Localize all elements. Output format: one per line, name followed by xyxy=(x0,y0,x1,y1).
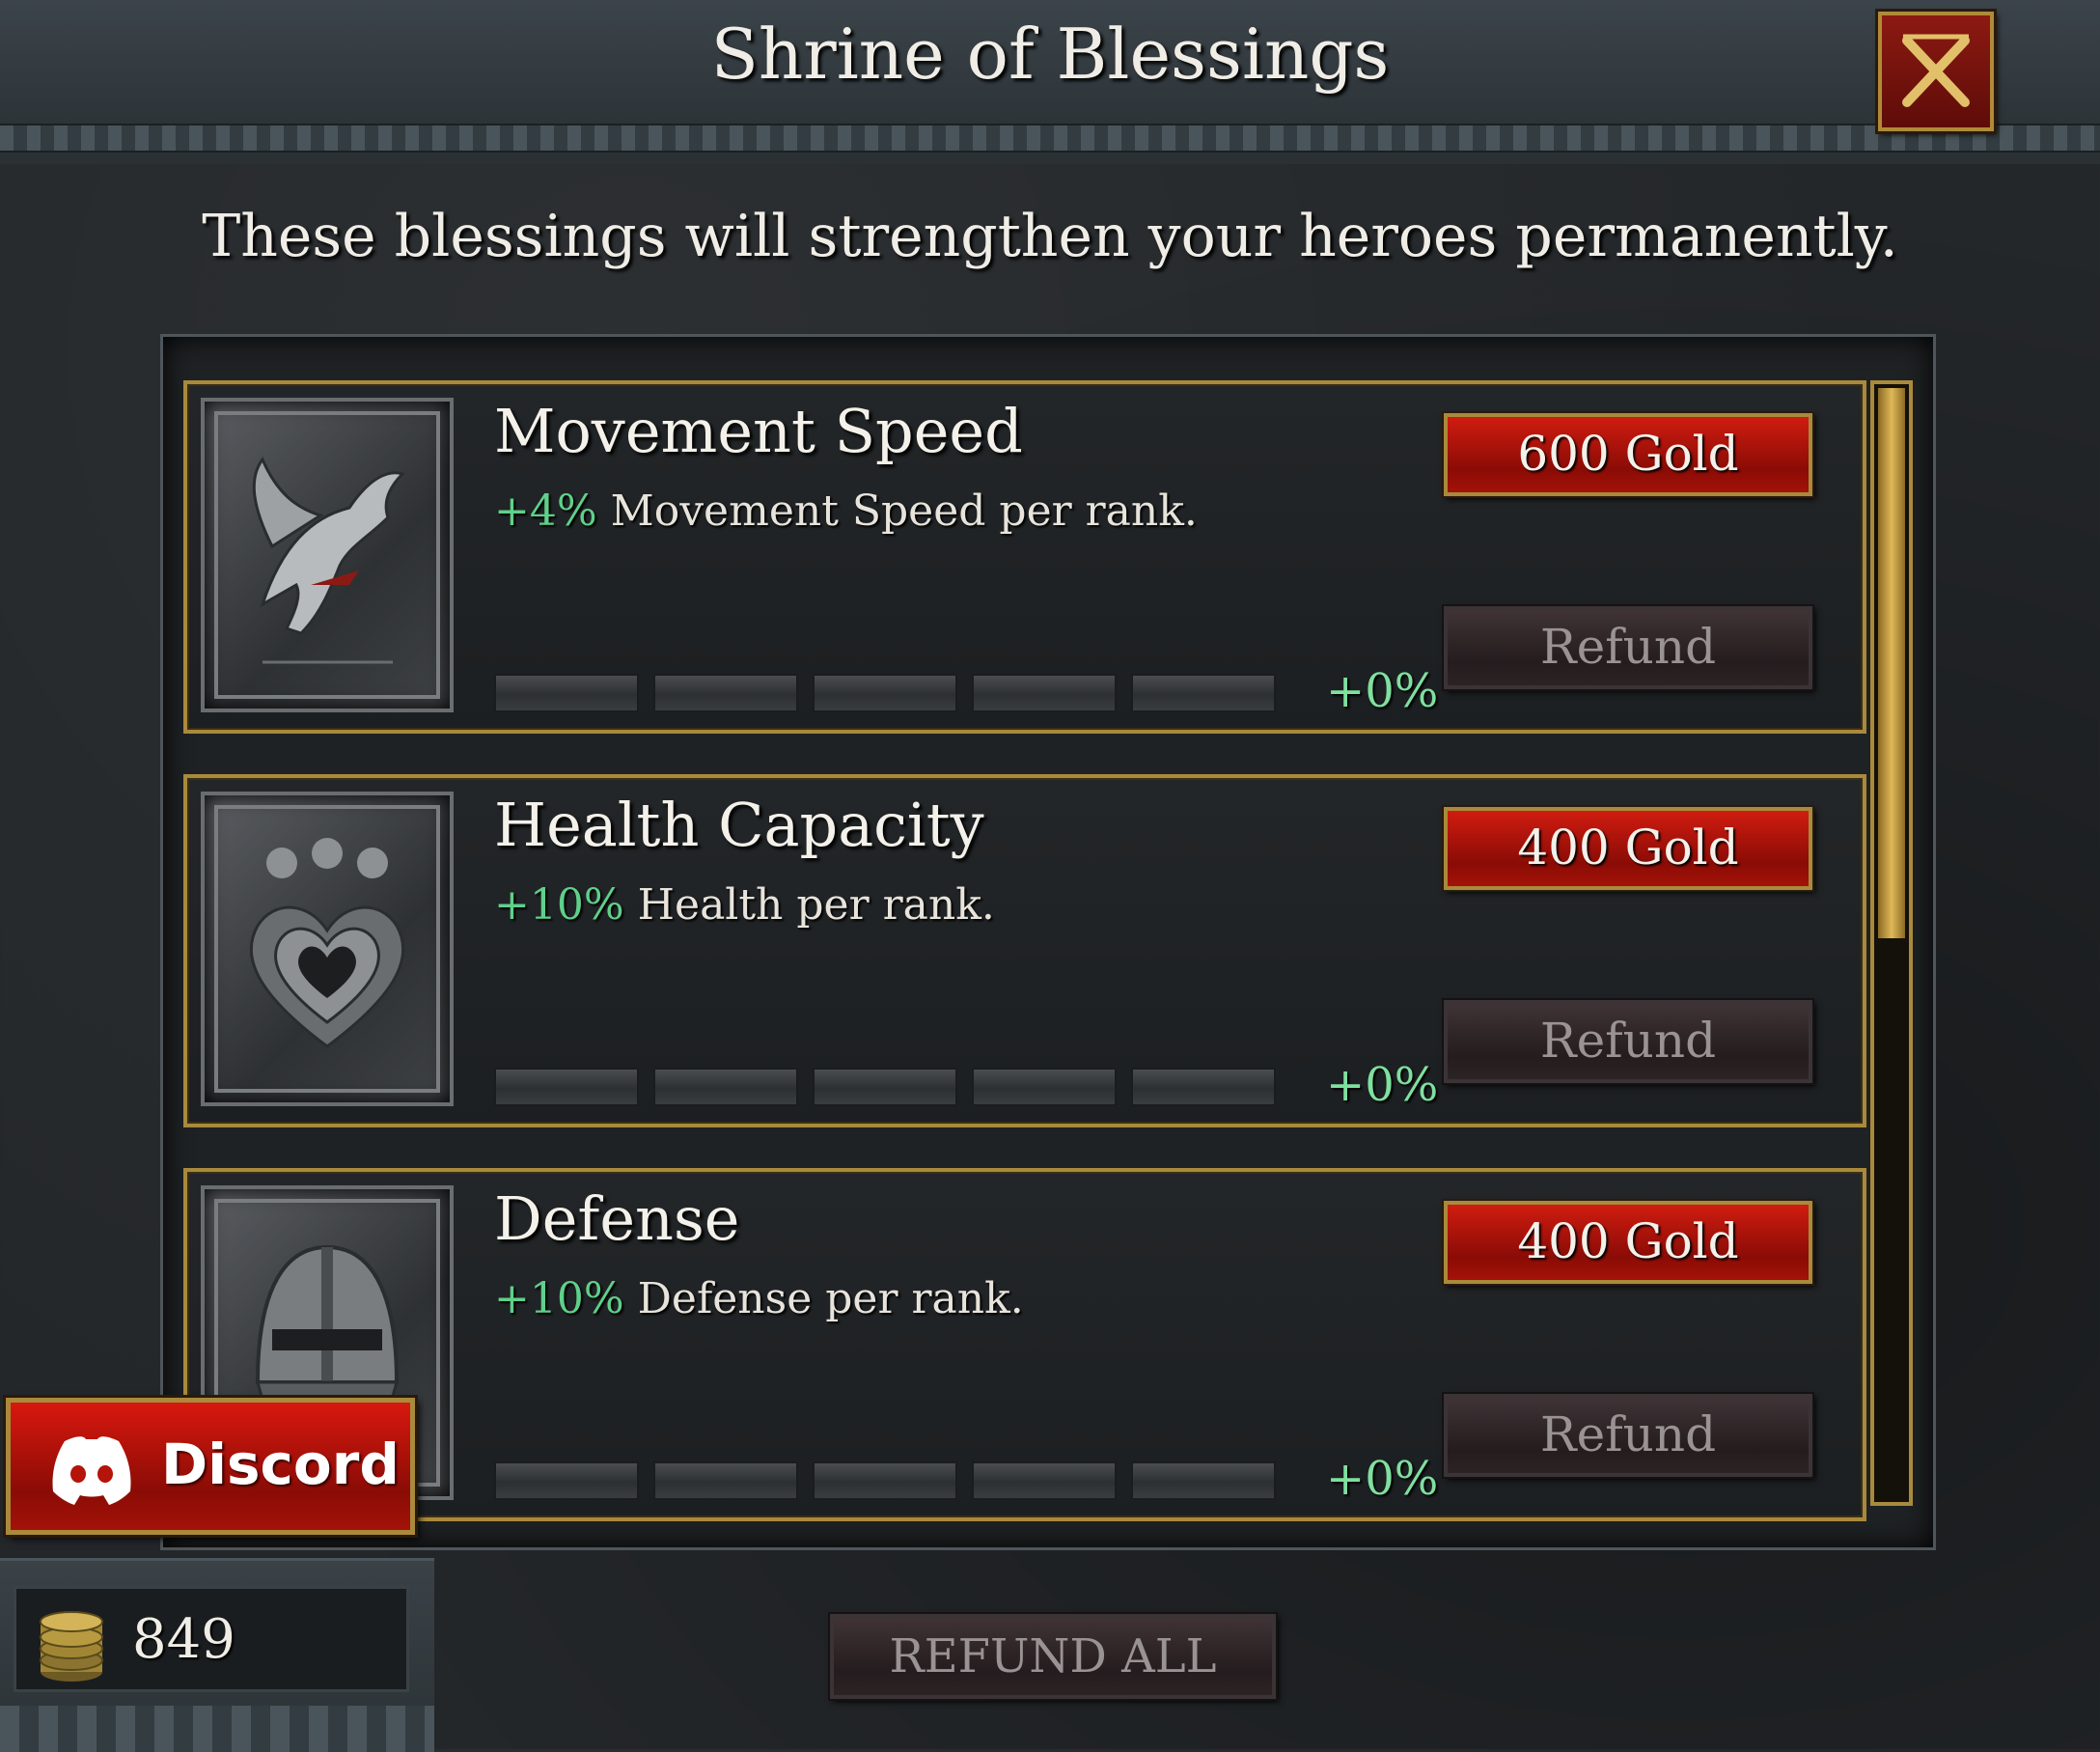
buy-health-capacity-button[interactable]: 400 Gold xyxy=(1444,807,1812,890)
close-icon xyxy=(1902,34,1970,107)
blessing-row-health-capacity: Health Capacity +10% Health per rank. +0… xyxy=(183,774,1866,1127)
rank-pip xyxy=(813,1068,957,1106)
rank-pip xyxy=(972,1461,1117,1500)
blessing-desc-text: Health per rank. xyxy=(623,880,995,930)
rank-pip xyxy=(494,674,639,712)
rank-pip xyxy=(813,674,957,712)
blessing-description: +10% Defense per rank. xyxy=(494,1274,1024,1323)
refund-defense-button[interactable]: Refund xyxy=(1444,1394,1812,1477)
close-button[interactable] xyxy=(1878,12,1994,131)
blessing-percent: +10% xyxy=(494,1274,624,1323)
blessing-title: Defense xyxy=(494,1183,740,1254)
blessing-description: +4% Movement Speed per rank. xyxy=(494,487,1198,536)
rank-pip xyxy=(972,674,1117,712)
refund-health-capacity-button[interactable]: Refund xyxy=(1444,1000,1812,1083)
header-ornament xyxy=(0,124,2100,153)
page-title: Shrine of Blessings xyxy=(710,14,1390,95)
shrine-description: These blessings will strengthen your her… xyxy=(202,203,1898,270)
refund-movement-speed-button[interactable]: Refund xyxy=(1444,606,1812,689)
header-bar: Shrine of Blessings xyxy=(0,0,2100,164)
blessing-percent: +4% xyxy=(494,487,597,536)
rank-bar xyxy=(494,1461,1285,1500)
blessing-bonus: +0% xyxy=(1326,664,1439,718)
gold-display: 849 xyxy=(14,1586,409,1692)
gold-ornament xyxy=(0,1706,434,1752)
heart-icon xyxy=(201,792,454,1106)
discord-button[interactable]: Discord xyxy=(6,1398,415,1535)
blessing-title: Health Capacity xyxy=(494,790,984,860)
blessing-row-defense: Defense +10% Defense per rank. +0% 400 G… xyxy=(183,1168,1866,1521)
buy-defense-button[interactable]: 400 Gold xyxy=(1444,1201,1812,1284)
blessing-desc-text: Defense per rank. xyxy=(623,1274,1024,1323)
rank-pip xyxy=(813,1461,957,1500)
blessing-desc-text: Movement Speed per rank. xyxy=(596,487,1198,536)
scrollbar-thumb[interactable] xyxy=(1878,388,1905,938)
gold-counter: 849 xyxy=(0,1558,434,1752)
blessing-percent: +10% xyxy=(494,880,624,930)
refund-all-button[interactable]: REFUND ALL xyxy=(830,1614,1276,1699)
blessing-title: Movement Speed xyxy=(494,396,1023,466)
rank-pip xyxy=(1131,674,1276,712)
rank-pip xyxy=(972,1068,1117,1106)
gold-amount: 849 xyxy=(132,1608,235,1671)
scrollbar[interactable] xyxy=(1870,380,1913,1506)
blessing-description: +10% Health per rank. xyxy=(494,880,995,930)
rank-pip xyxy=(494,1461,639,1500)
rank-bar xyxy=(494,674,1285,712)
coin-stack-icon xyxy=(40,1611,103,1682)
blessing-bonus: +0% xyxy=(1326,1058,1439,1112)
discord-icon xyxy=(52,1436,131,1505)
rank-pip xyxy=(1131,1068,1276,1106)
rank-pip xyxy=(653,1461,798,1500)
buy-movement-speed-button[interactable]: 600 Gold xyxy=(1444,413,1812,496)
rank-pip xyxy=(494,1068,639,1106)
rank-pip xyxy=(1131,1461,1276,1500)
pegasus-icon xyxy=(201,398,454,712)
rank-pip xyxy=(653,1068,798,1106)
blessing-row-movement-speed: Movement Speed +4% Movement Speed per ra… xyxy=(183,380,1866,734)
blessing-bonus: +0% xyxy=(1326,1452,1439,1506)
rank-bar xyxy=(494,1068,1285,1106)
rank-pip xyxy=(653,674,798,712)
discord-label: Discord xyxy=(161,1432,400,1497)
